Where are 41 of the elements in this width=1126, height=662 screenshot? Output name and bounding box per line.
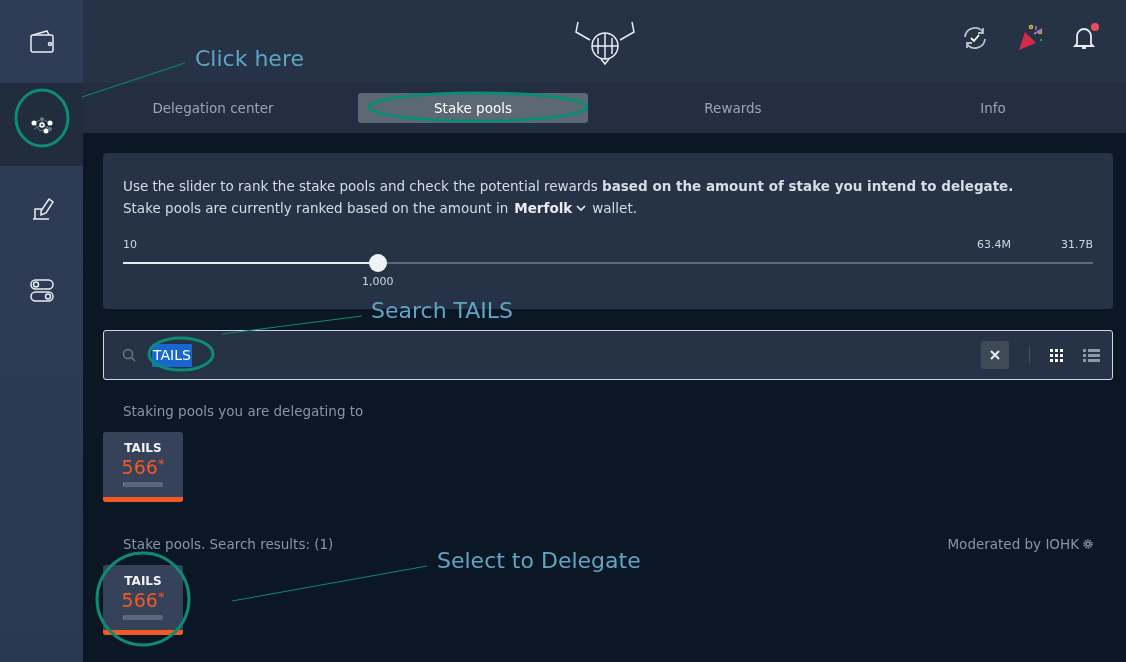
bell-icon[interactable] xyxy=(1072,25,1096,51)
slider-thumb[interactable] xyxy=(369,254,388,272)
annotation-text: Click here xyxy=(195,45,304,73)
pool-ticker: TAILS xyxy=(124,574,162,588)
slider-value-label: 1,000 xyxy=(362,275,394,288)
slider-min-label: 10 xyxy=(123,238,137,252)
ranking-suffix: wallet. xyxy=(592,199,637,218)
tab[interactable]: Delegation center xyxy=(98,93,328,123)
annotation-text: Select to Delegate xyxy=(437,547,641,575)
pool-tile[interactable]: TAILS 566$^{*}$ xyxy=(103,565,183,635)
sidebar-item[interactable] xyxy=(0,83,83,166)
list-view-button[interactable] xyxy=(1083,348,1100,362)
pool-rank: 566$^{*}$ xyxy=(121,588,165,612)
pool-tile[interactable]: TAILS 566$^{*}$ xyxy=(103,432,183,502)
clear-button[interactable] xyxy=(981,341,1009,369)
sync-check-icon[interactable] xyxy=(962,25,988,51)
section-title: Stake pools. Search results: (1) xyxy=(123,535,334,553)
highlight-ellipse xyxy=(14,88,70,148)
party-popper-icon[interactable] xyxy=(1016,24,1044,52)
pool-ticker: TAILS xyxy=(124,441,162,455)
tab[interactable]: Info xyxy=(878,93,1108,123)
close-icon xyxy=(990,350,1000,360)
toggle-switches-icon xyxy=(28,278,55,303)
slider-mark-label: 63.4M xyxy=(976,238,1011,252)
wallet-selector[interactable]: Merfolk xyxy=(512,197,589,219)
search-icon xyxy=(122,348,136,362)
gear-icon[interactable] xyxy=(1083,539,1093,549)
search-value: TAILS xyxy=(152,343,192,367)
tab[interactable]: Rewards xyxy=(618,93,848,123)
pool-rank: 566$^{*}$ xyxy=(121,455,165,479)
moderated-text: Moderated by IOHK xyxy=(947,535,1079,553)
list-icon xyxy=(1083,348,1100,362)
chevron-down-icon xyxy=(576,204,587,212)
search-field[interactable]: TAILS xyxy=(103,330,1113,380)
ranking-text: Stake pools are currently ranked based on the amount in xyxy=(123,199,509,218)
section-title: Staking pools you are delegating to xyxy=(123,403,364,419)
highlight-ellipse xyxy=(147,336,215,372)
description-text: Use the slider to rank the stake pools and check the potential rewards based on the amount of stake you intend to delegate. xyxy=(123,177,1015,196)
slider-max-label: 31.7B xyxy=(1060,238,1093,252)
annotation-text: Search TAILS xyxy=(371,297,514,325)
wallet-icon xyxy=(27,28,56,55)
